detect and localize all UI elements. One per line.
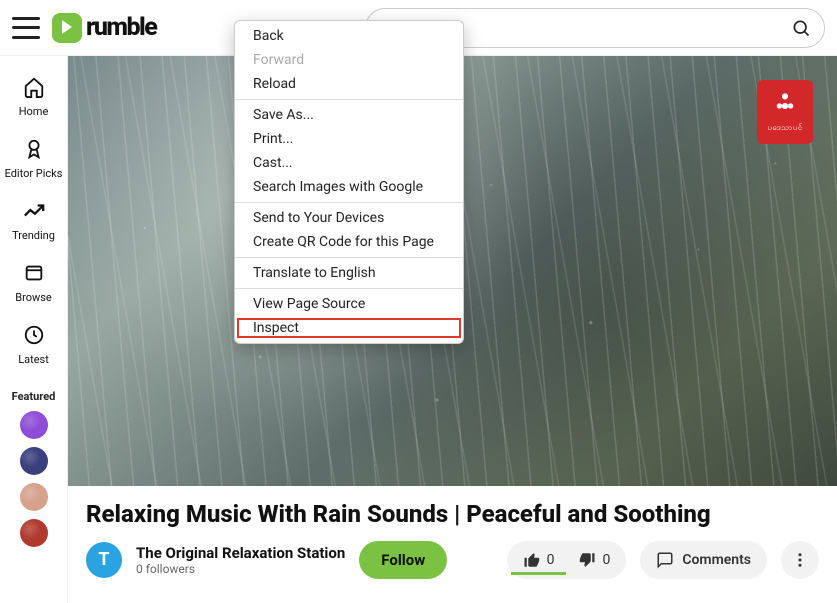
brand-logo[interactable]: rumble <box>52 13 156 43</box>
context-menu-item-translate-to-english[interactable]: Translate to English <box>235 261 463 285</box>
home-icon <box>23 76 45 101</box>
context-menu-item-send-to-your-devices[interactable]: Send to Your Devices <box>235 206 463 230</box>
featured-channel-2[interactable] <box>20 447 48 475</box>
sidebar-item-home[interactable]: Home <box>5 66 63 128</box>
context-menu-item-inspect[interactable]: Inspect <box>235 316 463 340</box>
channel-name[interactable]: The Original Relaxation Station <box>136 544 345 562</box>
sidebar-item-label: Home <box>19 105 49 118</box>
trending-icon <box>23 200 45 225</box>
video-title: Relaxing Music With Rain Sounds | Peacef… <box>86 500 819 529</box>
sidebar: Home Editor Picks Trending Browse Latest Fea… <box>0 56 68 603</box>
featured-channel-3[interactable] <box>20 483 48 511</box>
search-icon <box>791 18 811 38</box>
context-menu-item-save-as[interactable]: Save As... <box>235 103 463 127</box>
latest-icon <box>23 324 45 349</box>
play-icon <box>52 13 82 43</box>
sidebar-item-label: Browse <box>15 291 52 304</box>
more-vertical-icon <box>791 551 809 569</box>
sidebar-item-browse[interactable]: Browse <box>5 252 63 314</box>
sidebar-item-label: Latest <box>18 353 49 366</box>
hamburger-menu-button[interactable] <box>12 17 40 39</box>
more-actions-button[interactable] <box>781 541 819 579</box>
context-menu-item-back[interactable]: Back <box>235 24 463 48</box>
dislike-count: 0 <box>602 552 610 568</box>
context-menu-item-forward: Forward <box>235 48 463 72</box>
context-menu-item-search-images-with-google[interactable]: Search Images with Google <box>235 175 463 199</box>
context-menu-item-view-page-source[interactable]: View Page Source <box>235 292 463 316</box>
editor-picks-icon <box>23 138 45 163</box>
brand-name: rumble <box>86 13 156 42</box>
thumbs-down-icon <box>578 551 596 569</box>
comments-icon <box>656 551 674 569</box>
featured-heading: Featured <box>12 390 56 403</box>
like-count: 0 <box>547 552 555 568</box>
sidebar-item-label: Trending <box>12 229 55 242</box>
channel-avatar[interactable]: T <box>86 542 122 578</box>
sidebar-item-label: Editor Picks <box>5 167 63 180</box>
comments-label: Comments <box>682 552 751 568</box>
context-menu-item-cast[interactable]: Cast... <box>235 151 463 175</box>
like-button[interactable]: 0 <box>511 545 567 575</box>
sidebar-item-trending[interactable]: Trending <box>5 190 63 252</box>
follow-button[interactable]: Follow <box>359 541 447 579</box>
reaction-group: 0 0 <box>507 541 627 579</box>
thumbs-up-icon <box>523 551 541 569</box>
sidebar-item-latest[interactable]: Latest <box>5 314 63 376</box>
featured-channel-1[interactable] <box>20 411 48 439</box>
dislike-button[interactable]: 0 <box>566 545 622 575</box>
context-menu-item-print[interactable]: Print... <box>235 127 463 151</box>
browser-context-menu: BackForwardReload Save As...Print...Cast.… <box>234 20 464 344</box>
watermark-text: ပဒေသာပင် <box>767 122 802 134</box>
sidebar-item-editor-picks[interactable]: Editor Picks <box>5 128 63 190</box>
context-menu-item-reload[interactable]: Reload <box>235 72 463 96</box>
tree-icon <box>771 90 799 122</box>
search-button[interactable] <box>785 12 817 44</box>
comments-button[interactable]: Comments <box>640 541 767 579</box>
followers-count: 0 followers <box>136 562 345 576</box>
browse-icon <box>23 262 45 287</box>
context-menu-item-create-qr-code-for-this-page[interactable]: Create QR Code for this Page <box>235 230 463 254</box>
channel-watermark: ပဒေသာပင် <box>757 80 813 144</box>
featured-channel-4[interactable] <box>20 519 48 547</box>
